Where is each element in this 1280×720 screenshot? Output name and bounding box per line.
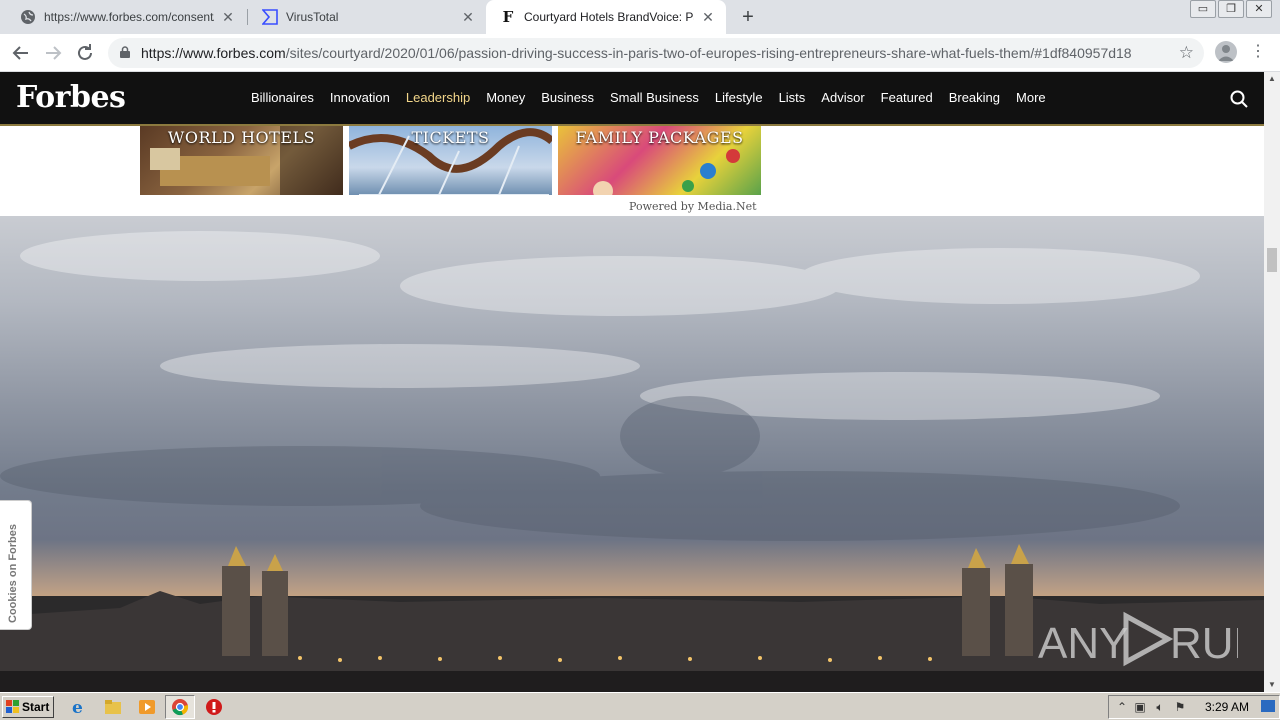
svg-text:e: e bbox=[72, 698, 83, 716]
tab-close-icon[interactable]: ✕ bbox=[460, 9, 476, 25]
tab-forbes-consent[interactable]: https://www.forbes.com/consent/?t ✕ bbox=[6, 0, 246, 34]
media-player-icon[interactable] bbox=[138, 698, 156, 716]
windows-logo-icon bbox=[6, 700, 19, 713]
nav-lists[interactable]: Lists bbox=[779, 90, 806, 105]
nav-money[interactable]: Money bbox=[486, 90, 525, 105]
back-arrow-icon bbox=[12, 46, 28, 60]
network-icon[interactable]: ▣ bbox=[1133, 700, 1147, 714]
action-center-flag-icon[interactable]: ⚑ bbox=[1173, 700, 1187, 714]
forward-arrow-icon bbox=[46, 46, 62, 60]
start-button[interactable]: Start bbox=[2, 696, 54, 718]
nav-small-business[interactable]: Small Business bbox=[610, 90, 699, 105]
ad-family-packages[interactable]: FAMILY PACKAGES bbox=[558, 126, 761, 195]
url-text: https://www.forbes.com/sites/courtyard/2… bbox=[141, 45, 1132, 61]
windows-taskbar: Start e ⌃ ▣ 🔈︎ ⚑ 3:29 AM bbox=[0, 692, 1280, 720]
cookies-on-forbes-tab[interactable]: Cookies on Forbes bbox=[0, 500, 32, 630]
ad-strip: WORLD HOTELS TICKETS FAMILY PACKAGES Pow… bbox=[0, 126, 1264, 216]
ad-label: WORLD HOTELS bbox=[167, 128, 316, 147]
tab-virustotal[interactable]: VirusTotal ✕ bbox=[248, 0, 486, 34]
anyrun-logo: ANY RUN bbox=[1038, 611, 1264, 668]
folder-icon[interactable] bbox=[104, 698, 122, 716]
page-scrollbar[interactable]: ▲ ▼ bbox=[1264, 72, 1280, 692]
tab-title: VirusTotal bbox=[286, 10, 339, 24]
tab-close-icon[interactable]: ✕ bbox=[220, 9, 236, 25]
nav-innovation[interactable]: Innovation bbox=[330, 90, 390, 105]
scrollbar-thumb[interactable] bbox=[1267, 248, 1277, 272]
forbes-logo[interactable]: Forbes bbox=[16, 80, 126, 115]
new-tab-button[interactable]: + bbox=[736, 5, 760, 29]
browser-tab-strip: https://www.forbes.com/consent/?t ✕ Viru… bbox=[0, 0, 1280, 34]
tab-close-icon[interactable]: ✕ bbox=[700, 9, 716, 25]
web-page: Forbes Billionaires Innovation Leadershi… bbox=[0, 72, 1264, 692]
tray-expand-icon[interactable]: ⌃ bbox=[1115, 700, 1129, 714]
ad-label: FAMILY PACKAGES bbox=[575, 128, 744, 147]
nav-business[interactable]: Business bbox=[541, 90, 594, 105]
anyrun-watermark: ANY RUN bbox=[1038, 608, 1264, 670]
url-host: https://www.forbes.com bbox=[141, 45, 286, 61]
restore-button[interactable]: ❐ bbox=[1218, 0, 1244, 18]
taskbar-clock[interactable]: 3:29 AM bbox=[1205, 700, 1249, 714]
cookies-tab-label: Cookies on Forbes bbox=[7, 523, 19, 623]
ad-tickets[interactable]: TICKETS bbox=[349, 126, 552, 195]
browser-toolbar: https://www.forbes.com/sites/courtyard/2… bbox=[0, 34, 1280, 72]
scroll-down-arrow-icon[interactable]: ▼ bbox=[1264, 678, 1280, 692]
powered-by-label[interactable]: Powered by Media.Net bbox=[629, 200, 757, 213]
start-label: Start bbox=[22, 700, 50, 714]
nav-lifestyle[interactable]: Lifestyle bbox=[715, 90, 763, 105]
nav-more[interactable]: More bbox=[1016, 90, 1046, 105]
taskbar-chrome-active[interactable] bbox=[165, 695, 195, 719]
globe-icon bbox=[20, 9, 36, 25]
url-path: /sites/courtyard/2020/01/06/passion-driv… bbox=[285, 45, 1132, 61]
forbes-header: Forbes Billionaires Innovation Leadershi… bbox=[0, 72, 1264, 126]
reload-icon bbox=[78, 44, 92, 60]
chrome-menu-icon[interactable]: ⋮ bbox=[1250, 42, 1266, 62]
ad-world-hotels[interactable]: WORLD HOTELS bbox=[140, 126, 343, 195]
tab-title: https://www.forbes.com/consent/?t bbox=[44, 10, 214, 24]
virustotal-icon bbox=[262, 9, 278, 25]
address-bar[interactable]: https://www.forbes.com/sites/courtyard/2… bbox=[108, 38, 1204, 68]
reload-button[interactable] bbox=[72, 40, 98, 66]
minimize-button[interactable]: ▭ bbox=[1190, 0, 1216, 18]
forward-button[interactable] bbox=[40, 40, 66, 66]
window-controls: ▭ ❐ ✕ bbox=[1188, 0, 1272, 18]
nav-billionaires[interactable]: Billionaires bbox=[251, 90, 314, 105]
ad-label: TICKETS bbox=[411, 128, 490, 147]
bookmark-star-icon[interactable]: ☆ bbox=[1179, 43, 1194, 63]
internet-explorer-icon[interactable]: e bbox=[70, 698, 88, 716]
close-window-button[interactable]: ✕ bbox=[1246, 0, 1272, 18]
nav-leadership[interactable]: Leadership bbox=[406, 90, 470, 105]
search-icon[interactable] bbox=[1230, 90, 1248, 108]
forbes-f-icon: F bbox=[502, 8, 514, 26]
svg-text:RUN: RUN bbox=[1170, 619, 1238, 668]
tab-title: Courtyard Hotels BrandVoice: Passio bbox=[524, 10, 694, 24]
scroll-up-arrow-icon[interactable]: ▲ bbox=[1264, 72, 1280, 86]
nav-advisor[interactable]: Advisor bbox=[821, 90, 864, 105]
volume-icon[interactable]: 🔈︎ bbox=[1153, 700, 1167, 714]
svg-text:ANY: ANY bbox=[1038, 619, 1128, 668]
chrome-icon bbox=[172, 699, 189, 716]
back-button[interactable] bbox=[8, 40, 34, 66]
system-tray: ⌃ ▣ 🔈︎ ⚑ 3:29 AM bbox=[1108, 695, 1280, 719]
profile-avatar[interactable] bbox=[1215, 41, 1237, 63]
nav-featured[interactable]: Featured bbox=[881, 90, 933, 105]
stop-sign-icon[interactable] bbox=[205, 698, 223, 716]
show-desktop-icon[interactable] bbox=[1261, 700, 1275, 712]
nav-breaking[interactable]: Breaking bbox=[949, 90, 1000, 105]
tab-courtyard-brandvoice[interactable]: F Courtyard Hotels BrandVoice: Passio ✕ bbox=[486, 0, 726, 34]
forbes-nav-links: Billionaires Innovation Leadership Money… bbox=[251, 90, 1062, 105]
lock-icon bbox=[120, 46, 130, 58]
